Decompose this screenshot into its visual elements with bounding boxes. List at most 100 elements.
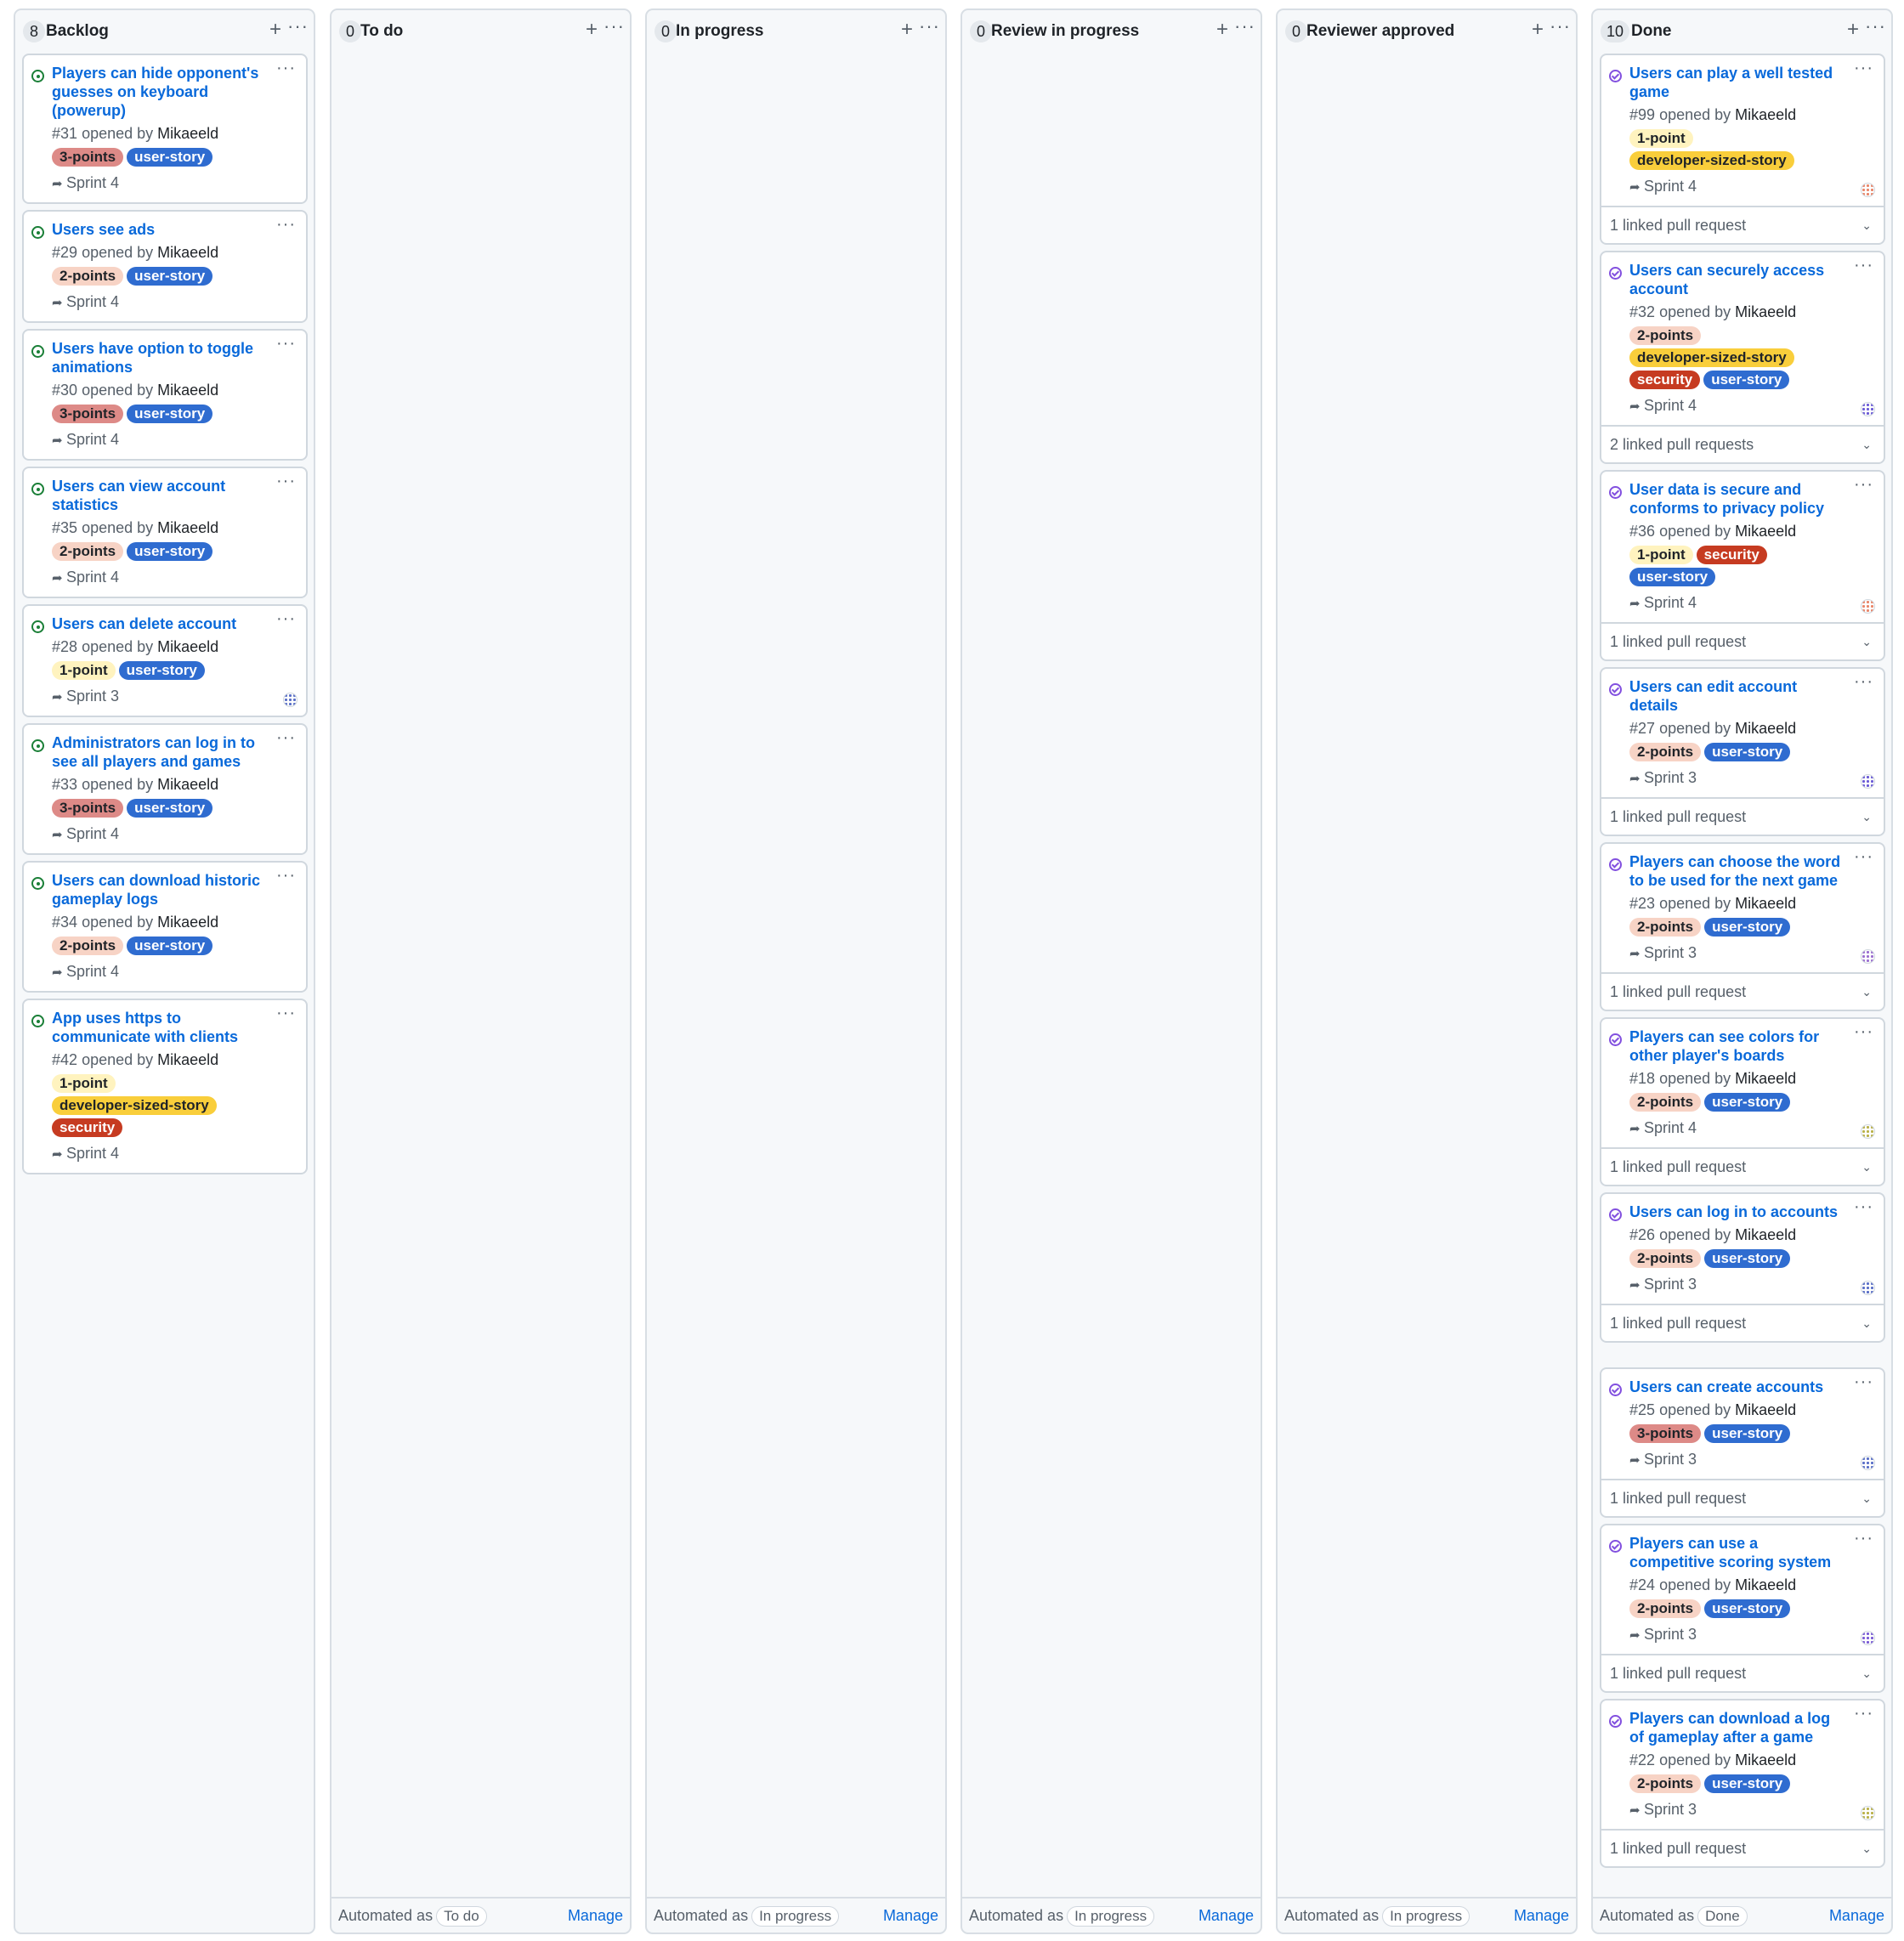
label-3-points[interactable]: 3-points bbox=[1629, 1424, 1702, 1443]
card-menu-icon[interactable]: ··· bbox=[1854, 1529, 1873, 1548]
card-menu-icon[interactable]: ··· bbox=[276, 472, 296, 491]
label-2-points[interactable]: 2-points bbox=[1629, 1249, 1702, 1268]
linked-pull-requests[interactable]: 1 linked pull request ⌄ bbox=[1601, 1147, 1884, 1185]
label-2-points[interactable]: 2-points bbox=[1629, 918, 1702, 937]
label-user-story[interactable]: user-story bbox=[127, 405, 213, 423]
manage-automation-link[interactable]: Manage bbox=[568, 1899, 623, 1933]
label-user-story[interactable]: user-story bbox=[127, 937, 213, 955]
card-menu-icon[interactable]: ··· bbox=[276, 609, 296, 629]
issue-title-link[interactable]: Players can download a log of gameplay a… bbox=[1629, 1709, 1846, 1746]
label-user-story[interactable]: user-story bbox=[127, 148, 213, 167]
card-menu-icon[interactable]: ··· bbox=[276, 728, 296, 748]
label-user-story[interactable]: user-story bbox=[1629, 568, 1716, 586]
issue-title-link[interactable]: Users can view account statistics bbox=[52, 477, 269, 514]
assignee-avatar[interactable] bbox=[1861, 1806, 1875, 1820]
linked-pull-requests[interactable]: 1 linked pull request ⌄ bbox=[1601, 972, 1884, 1010]
label-user-story[interactable]: user-story bbox=[1704, 1599, 1791, 1618]
issue-title-link[interactable]: Administrators can log in to see all pla… bbox=[52, 733, 269, 771]
assignee-avatar[interactable] bbox=[1861, 949, 1875, 964]
card-menu-icon[interactable]: ··· bbox=[1854, 59, 1873, 78]
linked-pull-requests[interactable]: 1 linked pull request ⌄ bbox=[1601, 797, 1884, 835]
label-user-story[interactable]: user-story bbox=[127, 799, 213, 818]
issue-card[interactable]: ··· Users can delete account #28 opened by… bbox=[22, 604, 308, 717]
issue-title-link[interactable]: Users can log in to accounts bbox=[1629, 1203, 1846, 1221]
issue-author[interactable]: Mikaeeld bbox=[157, 914, 218, 931]
card-menu-icon[interactable]: ··· bbox=[1854, 475, 1873, 495]
issue-card[interactable]: ··· Users can securely access account #32 … bbox=[1600, 251, 1885, 464]
label-security[interactable]: security bbox=[52, 1118, 123, 1137]
issue-author[interactable]: Mikaeeld bbox=[157, 1051, 218, 1068]
add-card-icon[interactable]: + bbox=[901, 19, 913, 41]
card-menu-icon[interactable]: ··· bbox=[1854, 1022, 1873, 1042]
card-menu-icon[interactable]: ··· bbox=[1854, 672, 1873, 692]
linked-pull-requests[interactable]: 1 linked pull request ⌄ bbox=[1601, 1829, 1884, 1866]
card-menu-icon[interactable]: ··· bbox=[276, 215, 296, 235]
label-user-story[interactable]: user-story bbox=[1704, 743, 1791, 761]
label-1-point[interactable]: 1-point bbox=[1629, 546, 1693, 564]
label-2-points[interactable]: 2-points bbox=[1629, 743, 1702, 761]
card-menu-icon[interactable]: ··· bbox=[1854, 256, 1873, 275]
label-1-point[interactable]: 1-point bbox=[1629, 129, 1693, 148]
label-user-story[interactable]: user-story bbox=[127, 267, 213, 286]
linked-pull-requests[interactable]: 1 linked pull request ⌄ bbox=[1601, 1654, 1884, 1691]
label-developer-sized-story[interactable]: developer-sized-story bbox=[1629, 151, 1794, 170]
issue-card[interactable]: ··· Users see ads #29 opened by Mikaeeld 2-… bbox=[22, 210, 308, 323]
label-user-story[interactable]: user-story bbox=[118, 661, 205, 680]
issue-title-link[interactable]: Users have option to toggle animations bbox=[52, 339, 269, 376]
issue-author[interactable]: Mikaeeld bbox=[1735, 523, 1796, 540]
label-3-points[interactable]: 3-points bbox=[52, 799, 124, 818]
issue-author[interactable]: Mikaeeld bbox=[1735, 303, 1796, 320]
issue-card[interactable]: ··· Administrators can log in to see all … bbox=[22, 723, 308, 855]
issue-title-link[interactable]: Users can securely access account bbox=[1629, 261, 1846, 298]
issue-title-link[interactable]: Players can see colors for other player'… bbox=[1629, 1027, 1846, 1065]
assignee-avatar[interactable] bbox=[1861, 1281, 1875, 1295]
column-menu-icon[interactable]: ··· bbox=[919, 15, 940, 37]
assignee-avatar[interactable] bbox=[1861, 1456, 1875, 1470]
issue-title-link[interactable]: App uses https to communicate with clien… bbox=[52, 1009, 269, 1046]
label-user-story[interactable]: user-story bbox=[1704, 918, 1791, 937]
label-2-points[interactable]: 2-points bbox=[1629, 1599, 1702, 1618]
issue-author[interactable]: Mikaeeld bbox=[1735, 1070, 1796, 1087]
linked-pull-requests[interactable]: 2 linked pull requests ⌄ bbox=[1601, 425, 1884, 462]
label-2-points[interactable]: 2-points bbox=[52, 542, 124, 561]
label-3-points[interactable]: 3-points bbox=[52, 405, 124, 423]
column-menu-icon[interactable]: ··· bbox=[604, 15, 625, 37]
issue-author[interactable]: Mikaeeld bbox=[157, 638, 218, 655]
add-card-icon[interactable]: + bbox=[1847, 19, 1859, 41]
label-user-story[interactable]: user-story bbox=[1703, 371, 1790, 389]
label-2-points[interactable]: 2-points bbox=[52, 267, 124, 286]
issue-card[interactable]: ··· Players can see colors for other play… bbox=[1600, 1017, 1885, 1186]
issue-author[interactable]: Mikaeeld bbox=[1735, 1751, 1796, 1768]
manage-automation-link[interactable]: Manage bbox=[1829, 1899, 1884, 1933]
issue-title-link[interactable]: User data is secure and conforms to priv… bbox=[1629, 480, 1846, 518]
assignee-avatar[interactable] bbox=[1861, 774, 1875, 789]
issue-author[interactable]: Mikaeeld bbox=[1735, 1401, 1796, 1418]
issue-card[interactable]: ··· Users can edit account details #27 ope… bbox=[1600, 667, 1885, 836]
issue-title-link[interactable]: Users can delete account bbox=[52, 614, 269, 633]
linked-pull-requests[interactable]: 1 linked pull request ⌄ bbox=[1601, 1304, 1884, 1341]
issue-title-link[interactable]: Users can play a well tested game bbox=[1629, 64, 1846, 101]
issue-card[interactable]: ··· Users can create accounts #25 opened b… bbox=[1600, 1367, 1885, 1518]
label-security[interactable]: security bbox=[1696, 546, 1767, 564]
issue-author[interactable]: Mikaeeld bbox=[1735, 1226, 1796, 1243]
card-menu-icon[interactable]: ··· bbox=[276, 1004, 296, 1023]
linked-pull-requests[interactable]: 1 linked pull request ⌄ bbox=[1601, 1479, 1884, 1516]
label-user-story[interactable]: user-story bbox=[127, 542, 213, 561]
label-2-points[interactable]: 2-points bbox=[52, 937, 124, 955]
assignee-avatar[interactable] bbox=[283, 693, 298, 707]
label-security[interactable]: security bbox=[1629, 371, 1701, 389]
linked-pull-requests[interactable]: 1 linked pull request ⌄ bbox=[1601, 206, 1884, 243]
issue-card[interactable]: ··· Players can use a competitive scoring… bbox=[1600, 1524, 1885, 1693]
issue-author[interactable]: Mikaeeld bbox=[1735, 720, 1796, 737]
assignee-avatar[interactable] bbox=[1861, 183, 1875, 197]
assignee-avatar[interactable] bbox=[1861, 1631, 1875, 1645]
issue-card[interactable]: ··· App uses https to communicate with cl… bbox=[22, 999, 308, 1174]
column-menu-icon[interactable]: ··· bbox=[1234, 15, 1255, 37]
issue-title-link[interactable]: Players can choose the word to be used f… bbox=[1629, 852, 1846, 890]
issue-card[interactable]: ··· User data is secure and conforms to p… bbox=[1600, 470, 1885, 661]
assignee-avatar[interactable] bbox=[1861, 599, 1875, 614]
issue-card[interactable]: ··· Users can download historic gameplay … bbox=[22, 861, 308, 993]
label-1-point[interactable]: 1-point bbox=[52, 661, 116, 680]
manage-automation-link[interactable]: Manage bbox=[1514, 1899, 1569, 1933]
card-menu-icon[interactable]: ··· bbox=[276, 334, 296, 354]
